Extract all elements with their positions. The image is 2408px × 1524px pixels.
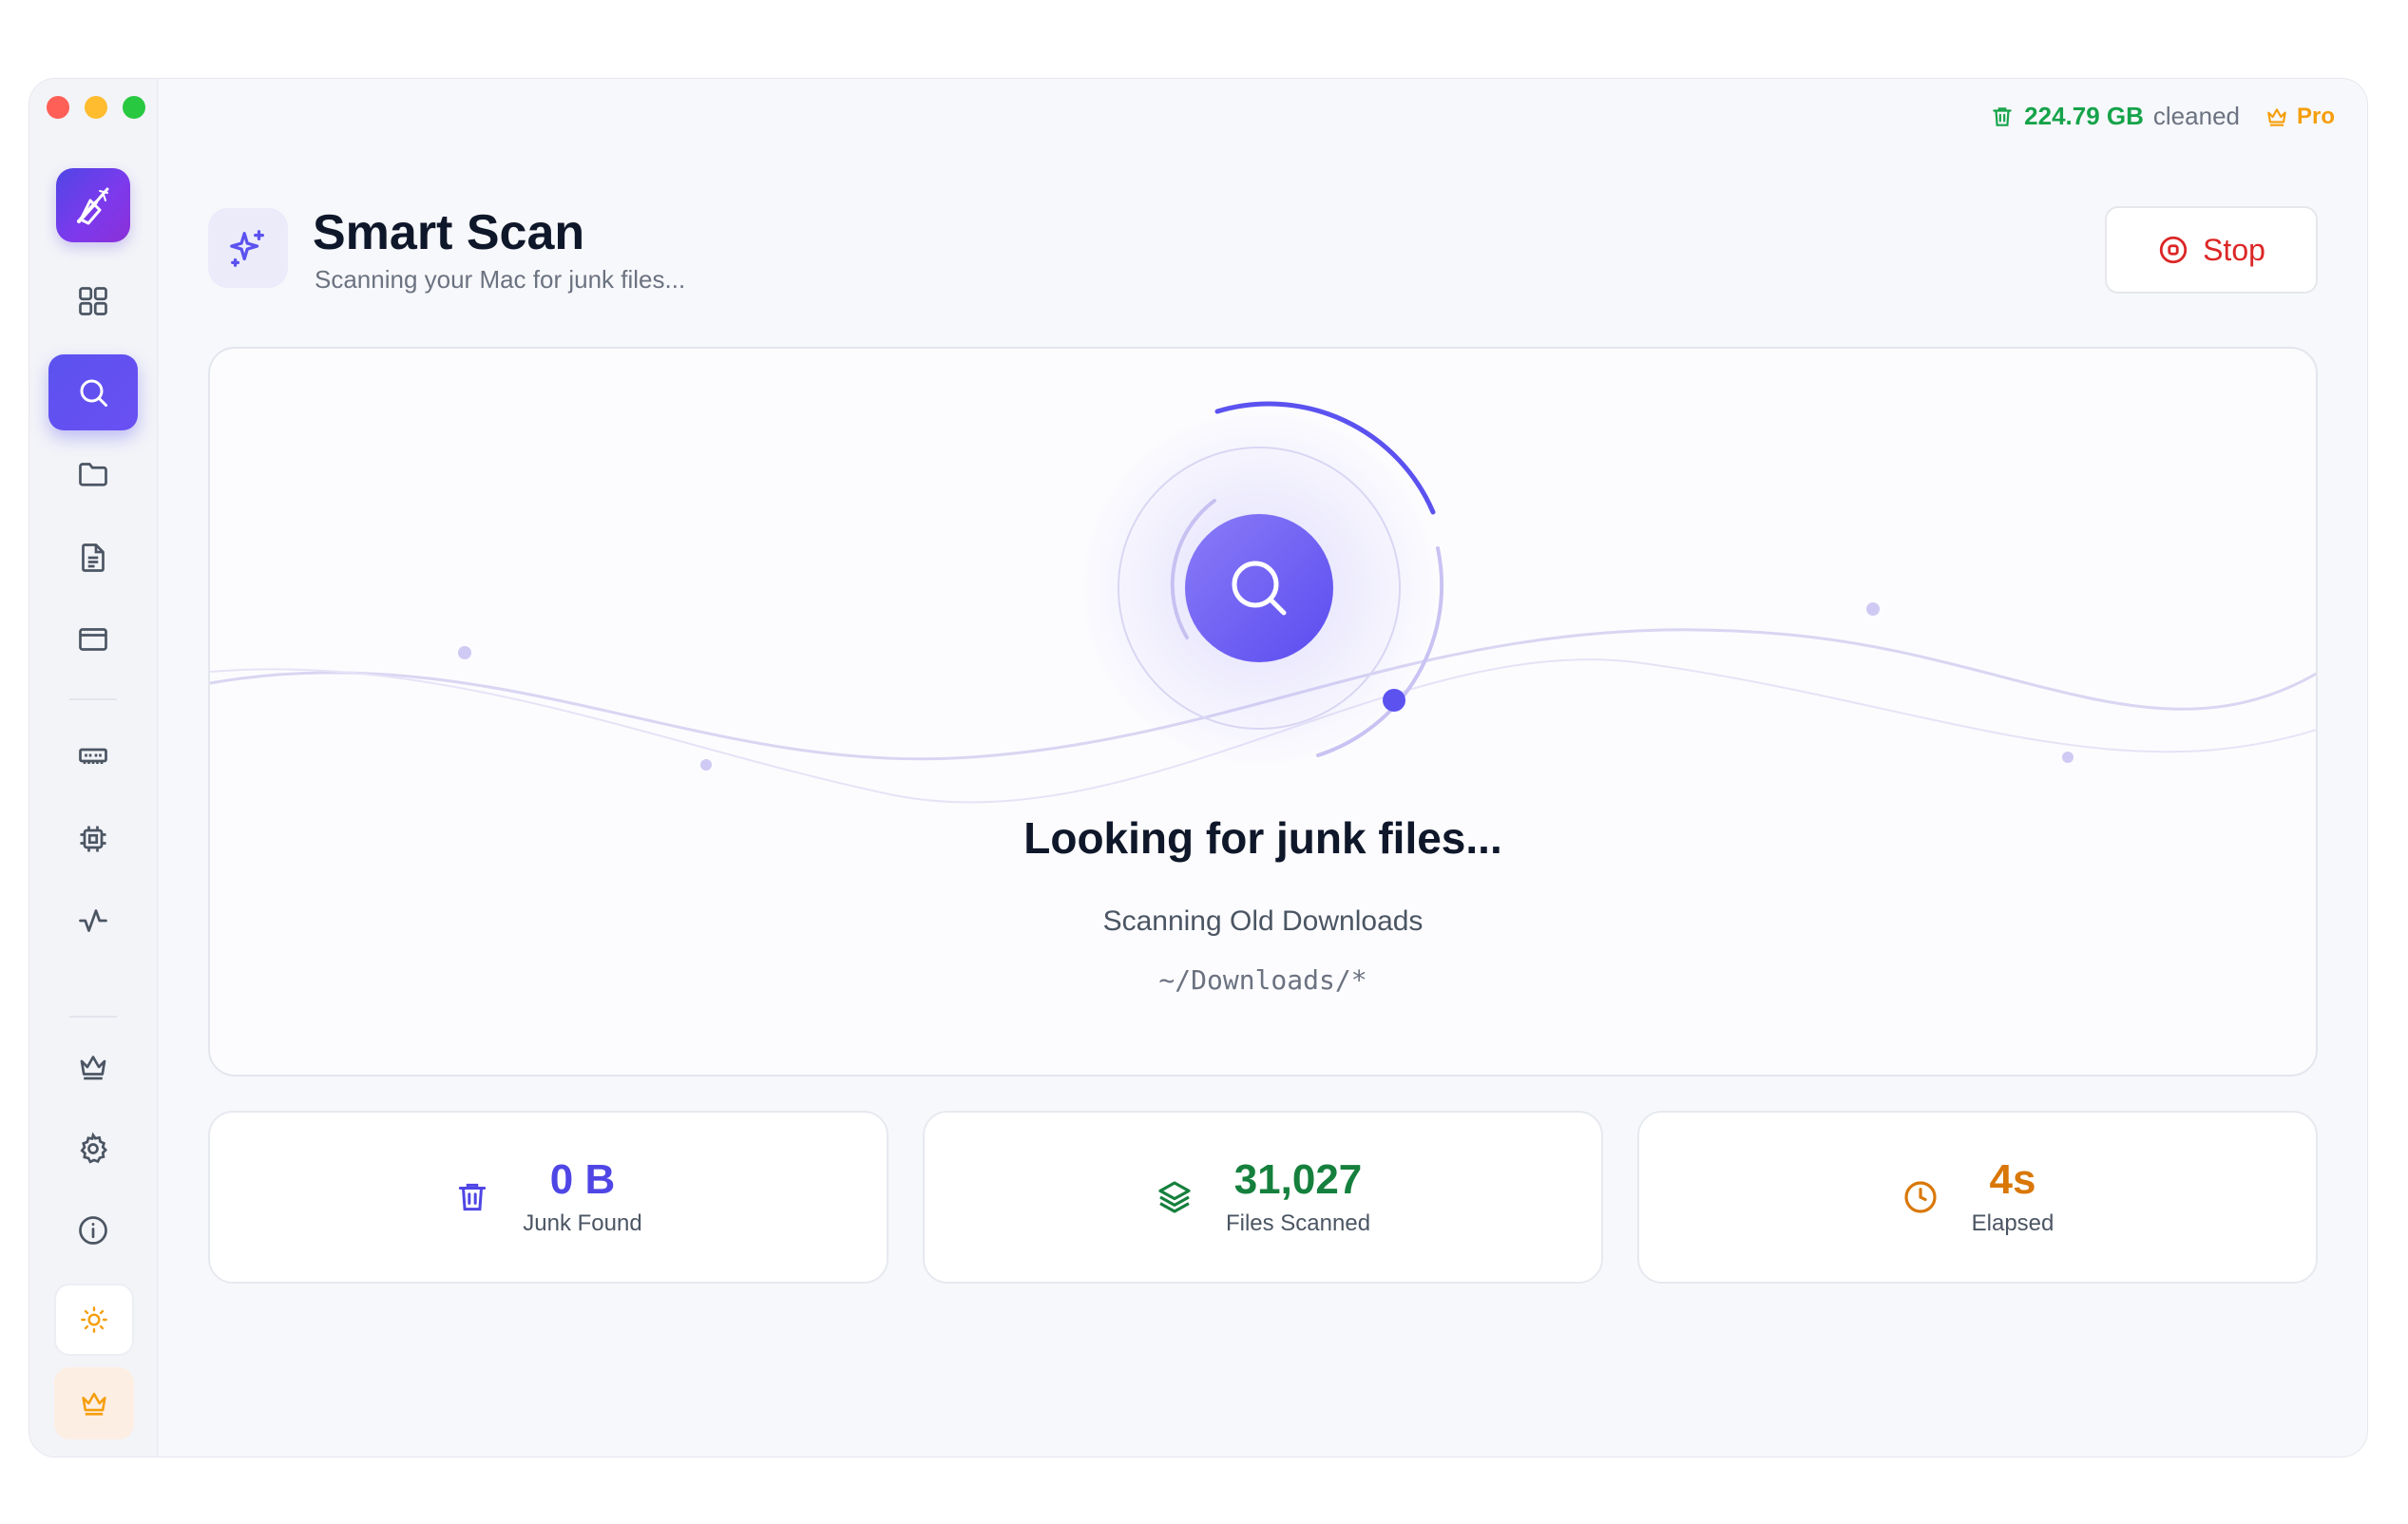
app-logo <box>56 168 130 242</box>
floating-particle <box>458 646 471 659</box>
sidebar-item-memory[interactable] <box>48 717 138 793</box>
info-icon <box>79 1216 107 1245</box>
sidebar-item-documents[interactable] <box>48 520 138 596</box>
trash-icon <box>1993 106 2012 126</box>
floating-particle <box>700 759 712 771</box>
sidebar-item-smart-scan[interactable] <box>48 354 138 430</box>
broom-icon <box>77 187 109 225</box>
files-scanned-value: 31,027 <box>1233 1155 1363 1203</box>
memory-icon <box>79 748 107 764</box>
sidebar-item-dashboard[interactable] <box>48 263 138 339</box>
grid-icon <box>79 287 107 315</box>
stop-circle-icon <box>2159 236 2188 264</box>
stop-label: Stop <box>2203 232 2265 267</box>
app-window: 224.79 GB cleaned Pro Smart Scan Scannin… <box>29 78 2368 1457</box>
trash-icon <box>459 1183 487 1211</box>
stop-scan-button[interactable]: Stop <box>2105 206 2318 294</box>
sidebar-item-cpu[interactable] <box>48 801 138 877</box>
sidebar-item-files[interactable] <box>48 436 138 512</box>
scan-status-title: Looking for junk files... <box>1023 813 1502 863</box>
cpu-icon <box>80 826 106 852</box>
sidebar-item-settings[interactable] <box>48 1111 138 1187</box>
cleaned-total: 224.79 GB cleaned <box>1990 102 2240 131</box>
sparkles-icon <box>230 230 264 267</box>
close-window-button[interactable] <box>47 96 69 119</box>
theme-toggle-button[interactable] <box>54 1284 134 1356</box>
sidebar-divider <box>69 698 117 700</box>
elapsed-value: 4s <box>1989 1155 2036 1203</box>
elapsed-label: Elapsed <box>1971 1210 2054 1237</box>
window-controls <box>47 96 145 119</box>
sidebar <box>29 79 159 1457</box>
crown-icon <box>82 1392 106 1416</box>
pro-label: Pro <box>2296 103 2335 129</box>
stat-card-elapsed: 4s Elapsed <box>1637 1111 2318 1284</box>
orbit-dot <box>1383 689 1405 712</box>
sidebar-item-applications[interactable] <box>48 601 138 677</box>
sidebar-divider <box>69 1016 117 1018</box>
clock-icon <box>1904 1181 1937 1213</box>
stat-card-files-scanned: 31,027 Files Scanned <box>923 1111 1603 1284</box>
status-bar: 224.79 GB cleaned Pro <box>1990 102 2335 131</box>
sidebar-item-about[interactable] <box>48 1192 138 1268</box>
smart-scan-header-icon <box>208 208 288 288</box>
minimize-window-button[interactable] <box>85 96 107 119</box>
pro-badge[interactable]: Pro <box>2265 104 2335 130</box>
cleaned-suffix: cleaned <box>2152 102 2240 130</box>
floating-particle <box>1866 602 1880 616</box>
folder-icon <box>79 463 107 486</box>
layers-icon <box>1158 1181 1191 1213</box>
floating-particle <box>2062 752 2074 763</box>
junk-found-value: 0 B <box>549 1155 616 1203</box>
scan-panel: Looking for junk files... Scanning Old D… <box>208 347 2318 1076</box>
junk-found-label: Junk Found <box>523 1210 642 1237</box>
page-title: Smart Scan <box>313 205 585 260</box>
scan-current-step: Scanning Old Downloads <box>1102 905 1424 937</box>
crown-icon <box>80 1056 106 1080</box>
gear-icon <box>80 1132 108 1164</box>
cleaned-value: 224.79 GB <box>2024 102 2144 130</box>
page-subtitle: Scanning your Mac for junk files... <box>315 265 686 294</box>
upgrade-pro-button[interactable] <box>54 1367 134 1439</box>
files-scanned-label: Files Scanned <box>1225 1210 1371 1237</box>
stat-card-junk-found: 0 B Junk Found <box>208 1111 889 1284</box>
search-icon <box>80 379 107 407</box>
scan-current-path: ~/Downloads/* <box>1158 964 1367 996</box>
document-icon <box>82 543 105 572</box>
search-orb <box>1185 514 1333 662</box>
sidebar-item-premium[interactable] <box>48 1029 138 1105</box>
zoom-window-button[interactable] <box>123 96 145 119</box>
browser-window-icon <box>79 628 107 651</box>
activity-icon <box>79 909 107 932</box>
crown-icon <box>2267 107 2286 126</box>
sidebar-item-monitor[interactable] <box>48 883 138 959</box>
sun-icon <box>81 1306 107 1333</box>
